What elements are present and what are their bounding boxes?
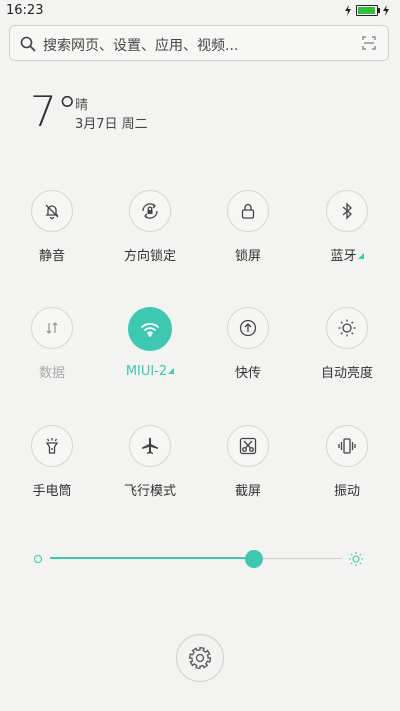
search-input[interactable]: 搜索网页、设置、应用、视频... xyxy=(43,35,238,55)
toggle-label: 振动 xyxy=(333,484,360,499)
brightness-high-icon xyxy=(349,552,363,566)
brightness-track-fill xyxy=(50,557,255,559)
toggle-flashlight[interactable]: 手电筒 xyxy=(7,425,97,499)
submenu-indicator-icon xyxy=(168,368,175,374)
charging-bolt-icon xyxy=(383,5,389,16)
screenshot-icon xyxy=(239,437,257,455)
toggle-airplane-mode[interactable]: 飞行模式 xyxy=(105,425,195,499)
flashlight-icon xyxy=(45,438,59,454)
toggle-label: 自动亮度 xyxy=(320,366,373,381)
weather-condition: 晴 xyxy=(75,98,89,113)
search-icon xyxy=(20,36,36,52)
toggle-label: 静音 xyxy=(38,249,65,264)
toggle-vibrate-circle[interactable] xyxy=(326,425,368,467)
toggle-label: 锁屏 xyxy=(234,249,261,264)
toggle-vibrate[interactable]: 振动 xyxy=(302,425,392,499)
status-icons xyxy=(344,5,390,16)
toggle-lock-screen-circle[interactable] xyxy=(227,190,269,232)
gear-outline xyxy=(188,646,212,670)
lock-icon xyxy=(241,203,255,219)
toggle-mobile-data-circle[interactable] xyxy=(31,307,73,349)
toggle-label-with-submenu: MIUI-2 xyxy=(105,364,195,379)
brightness-low-icon xyxy=(34,555,42,563)
toggle-auto-brightness-circle[interactable] xyxy=(326,307,368,349)
charging-bolt-icon xyxy=(345,5,351,16)
wifi-icon xyxy=(141,323,159,337)
weather-date: 3月7日 周二 xyxy=(75,117,148,132)
brightness-thumb[interactable] xyxy=(245,550,264,568)
toggle-wifi-circle[interactable] xyxy=(128,307,172,351)
search-bar[interactable]: 搜索网页、设置、应用、视频... xyxy=(9,25,389,61)
submenu-indicator-icon xyxy=(357,253,364,259)
toggle-quick-transfer[interactable]: 快传 xyxy=(203,307,293,381)
toggle-airplane-mode-circle[interactable] xyxy=(129,425,171,467)
toggle-screenshot-circle[interactable] xyxy=(227,425,269,467)
toggle-label: 方向锁定 xyxy=(123,249,176,264)
battery-fill xyxy=(358,7,376,14)
rotation-lock-icon xyxy=(142,203,158,219)
toggle-mobile-data[interactable]: 数据 xyxy=(7,307,97,381)
toggle-label: 快传 xyxy=(234,366,261,381)
toggle-bluetooth[interactable]: 蓝牙 xyxy=(302,190,392,264)
status-time: 16:23 xyxy=(6,3,44,18)
weather-temperature: 7° xyxy=(30,87,78,136)
toggle-rotation-lock-circle[interactable] xyxy=(129,190,171,232)
brightness-slider[interactable] xyxy=(32,548,372,570)
vibrate-icon xyxy=(338,438,356,454)
airplane-icon xyxy=(142,437,158,454)
toggle-label: 飞行模式 xyxy=(123,484,176,499)
quick-transfer-icon xyxy=(239,319,257,337)
status-bar: 16:23 xyxy=(0,0,400,22)
toggle-screenshot[interactable]: 截屏 xyxy=(203,425,293,499)
gear-center xyxy=(195,653,205,663)
bluetooth-icon xyxy=(342,202,352,220)
bell-off-icon xyxy=(45,204,59,220)
battery-icon xyxy=(356,5,380,16)
toggle-label: 截屏 xyxy=(234,484,261,499)
toggle-mute-circle[interactable] xyxy=(31,190,73,232)
auto-brightness-icon xyxy=(338,319,356,337)
mobile-data-icon xyxy=(46,322,58,334)
toggle-label-with-submenu: 蓝牙 xyxy=(302,245,392,264)
toggle-label: 手电筒 xyxy=(32,484,72,499)
toggle-mute[interactable]: 静音 xyxy=(7,190,97,264)
scan-icon[interactable] xyxy=(362,36,376,50)
brightness-track[interactable] xyxy=(50,557,342,559)
gear-icon xyxy=(188,646,212,670)
toggle-flashlight-circle[interactable] xyxy=(31,425,73,467)
toggle-auto-brightness[interactable]: 自动亮度 xyxy=(302,307,392,381)
toggle-quick-transfer-circle[interactable] xyxy=(227,307,269,349)
toggle-label: 蓝牙 xyxy=(330,249,357,264)
settings-button[interactable] xyxy=(176,634,224,682)
toggle-rotation-lock[interactable]: 方向锁定 xyxy=(105,190,195,264)
toggle-lock-screen[interactable]: 锁屏 xyxy=(203,190,293,264)
toggle-wifi[interactable]: MIUI-2 xyxy=(105,307,195,379)
toggle-label: 数据 xyxy=(38,366,65,381)
toggle-label: MIUI-2 xyxy=(125,364,168,379)
toggle-bluetooth-circle[interactable] xyxy=(326,190,368,232)
